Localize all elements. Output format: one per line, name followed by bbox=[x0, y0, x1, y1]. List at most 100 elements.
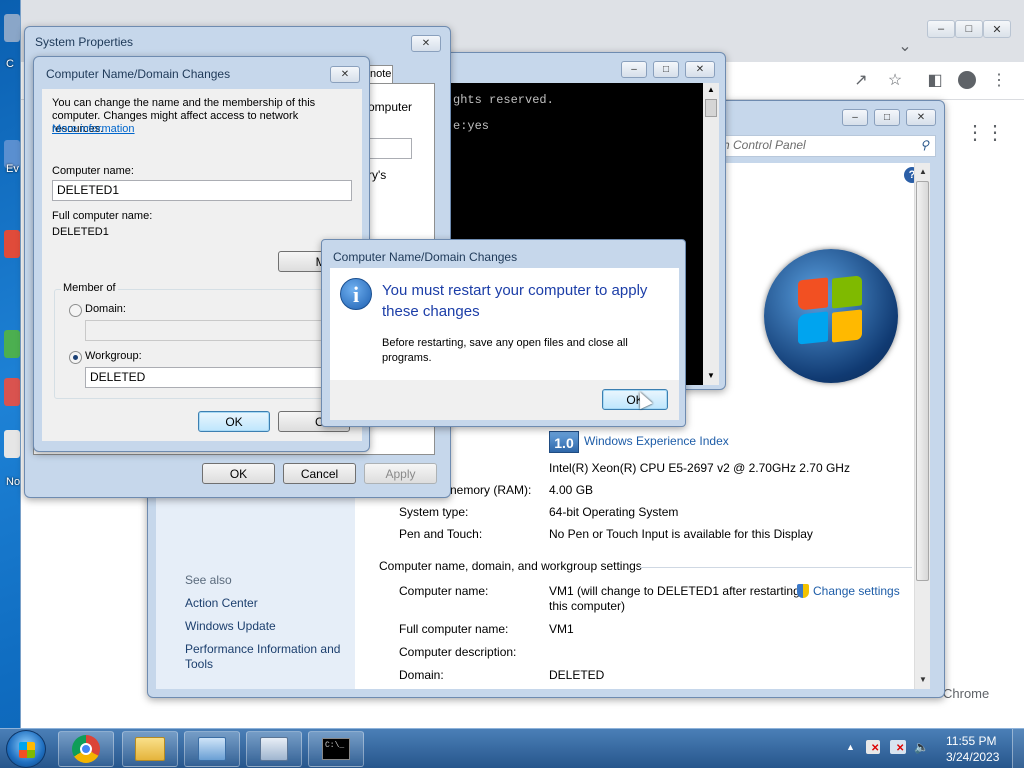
scrollbar[interactable]: ▲ ▼ bbox=[914, 163, 930, 689]
control-panel-taskbar-button[interactable] bbox=[184, 731, 240, 767]
performance-info-link[interactable]: Performance Information and bbox=[185, 642, 340, 656]
chrome-taskbar-button[interactable] bbox=[58, 731, 114, 767]
desktop-icon[interactable] bbox=[4, 14, 20, 42]
desktop-icon[interactable] bbox=[4, 330, 20, 358]
clock-time[interactable]: 11:55 PM bbox=[946, 734, 996, 748]
description-field[interactable] bbox=[368, 138, 412, 159]
section-divider bbox=[640, 567, 912, 568]
share-icon[interactable]: ↗ bbox=[849, 68, 873, 92]
wei-score-badge: 1.0 bbox=[549, 431, 579, 453]
show-desktop-button[interactable] bbox=[1012, 729, 1024, 768]
scroll-down-icon[interactable]: ▼ bbox=[919, 675, 927, 684]
windows-logo bbox=[764, 249, 898, 383]
workgroup-input[interactable]: DELETED bbox=[85, 367, 345, 388]
window-title: Computer Name/Domain Changes bbox=[333, 250, 518, 264]
control-panel-icon bbox=[198, 737, 226, 761]
sidepanel-icon[interactable]: ◧ bbox=[923, 68, 947, 92]
desktop-icon[interactable] bbox=[4, 378, 20, 406]
cmd-taskbar-button[interactable]: C:\_ bbox=[308, 731, 364, 767]
close-button[interactable]: ✕ bbox=[906, 109, 936, 126]
chrome-icon bbox=[72, 735, 100, 763]
desktop-icon[interactable] bbox=[4, 430, 20, 458]
close-button[interactable]: ✕ bbox=[685, 61, 715, 78]
computer-name-input[interactable]: DELETED1 bbox=[52, 180, 352, 201]
computer-icon bbox=[260, 737, 288, 761]
more-information-link[interactable]: More information bbox=[52, 123, 135, 135]
cmd-scrollbar[interactable]: ▲ ▼ bbox=[703, 83, 719, 385]
chrome-link[interactable]: Chrome bbox=[943, 686, 989, 701]
pen-touch-value: No Pen or Touch Input is available for t… bbox=[549, 527, 813, 541]
restart-body: Before restarting, save any open files a… bbox=[382, 337, 628, 364]
dialog-body: i You must restart your computer to appl… bbox=[330, 268, 679, 380]
close-button[interactable]: ✕ bbox=[983, 20, 1011, 38]
search-input[interactable]: rch Control Panel ⚲ bbox=[708, 135, 936, 157]
search-placeholder: rch Control Panel bbox=[713, 138, 806, 152]
full-computer-name-value: VM1 bbox=[549, 622, 574, 636]
apply-button[interactable]: Apply bbox=[364, 463, 437, 484]
windows-update-link[interactable]: Windows Update bbox=[185, 619, 276, 633]
tray-expand-icon[interactable]: ▲ bbox=[846, 742, 855, 752]
full-name-value: DELETED1 bbox=[52, 226, 109, 238]
start-button[interactable] bbox=[6, 730, 46, 768]
desktop-icon-label: Ev bbox=[6, 163, 19, 175]
cmd-line: e:yes bbox=[453, 119, 490, 133]
maximize-button[interactable]: □ bbox=[653, 61, 679, 78]
computer-name-value: VM1 (will change to DELETED1 after resta… bbox=[549, 584, 800, 598]
computer-name-label: Computer name: bbox=[399, 584, 489, 598]
chevron-down-icon[interactable]: ⌄ bbox=[893, 34, 917, 58]
system-properties-taskbar-button[interactable] bbox=[246, 731, 302, 767]
profile-icon[interactable] bbox=[955, 68, 979, 92]
system-type-label: System type: bbox=[399, 505, 469, 519]
shield-icon bbox=[797, 584, 809, 598]
folder-icon bbox=[135, 737, 165, 761]
minimize-button[interactable]: – bbox=[621, 61, 647, 78]
ok-button[interactable]: OK bbox=[202, 463, 275, 484]
action-center-flag-icon[interactable]: ✕ bbox=[866, 740, 880, 754]
restart-heading: You must restart your computer to apply … bbox=[382, 282, 648, 320]
system-type-value: 64-bit Operating System bbox=[549, 505, 679, 519]
cancel-button[interactable]: Cancel bbox=[283, 463, 356, 484]
minimize-button[interactable]: – bbox=[842, 109, 868, 126]
workgroup-radio[interactable] bbox=[69, 351, 82, 364]
volume-icon[interactable]: 🔈 bbox=[914, 740, 930, 754]
close-button[interactable]: ✕ bbox=[330, 66, 360, 83]
change-settings-link[interactable]: Change settings bbox=[813, 584, 900, 598]
window-title: Computer Name/Domain Changes bbox=[46, 67, 231, 81]
domain-input[interactable] bbox=[85, 320, 345, 341]
scroll-up-icon[interactable]: ▲ bbox=[707, 85, 715, 94]
cmd-icon: C:\_ bbox=[322, 738, 350, 760]
domain-label: Domain: bbox=[85, 303, 126, 315]
network-icon[interactable]: ✕ bbox=[890, 740, 906, 754]
clock-date[interactable]: 3/24/2023 bbox=[946, 750, 999, 764]
see-also-heading: See also bbox=[185, 573, 232, 587]
section-title: Computer name, domain, and workgroup set… bbox=[379, 559, 642, 573]
partial-text: ry's bbox=[368, 168, 387, 182]
performance-info-link-cont[interactable]: Tools bbox=[185, 657, 213, 671]
info-icon: i bbox=[340, 278, 372, 310]
windows-flag-icon bbox=[19, 742, 35, 758]
scrollbar-thumb[interactable] bbox=[705, 99, 717, 117]
menu-icon[interactable]: ⋮ bbox=[987, 68, 1011, 92]
star-icon[interactable]: ☆ bbox=[883, 68, 907, 92]
apps-grid-icon[interactable]: ⋮⋮ bbox=[965, 120, 1005, 144]
domain-label: Domain: bbox=[399, 668, 444, 682]
minimize-button[interactable]: – bbox=[927, 20, 955, 38]
scroll-up-icon[interactable]: ▲ bbox=[919, 167, 927, 176]
ok-button[interactable]: OK bbox=[198, 411, 270, 432]
partial-text: omputer bbox=[368, 100, 413, 114]
member-of-label: Member of bbox=[61, 282, 118, 294]
window-title: System Properties bbox=[35, 35, 134, 49]
scrollbar-thumb[interactable] bbox=[916, 181, 929, 581]
explorer-taskbar-button[interactable] bbox=[122, 731, 178, 767]
desktop-icon[interactable] bbox=[4, 230, 20, 258]
domain-radio[interactable] bbox=[69, 304, 82, 317]
remote-tab[interactable]: note bbox=[367, 65, 393, 83]
maximize-button[interactable]: □ bbox=[955, 20, 983, 38]
close-button[interactable]: ✕ bbox=[411, 35, 441, 52]
action-center-link[interactable]: Action Center bbox=[185, 596, 258, 610]
dialog-footer: OK bbox=[330, 380, 679, 420]
wei-link[interactable]: Windows Experience Index bbox=[584, 434, 729, 448]
maximize-button[interactable]: □ bbox=[874, 109, 900, 126]
restart-dialog: Computer Name/Domain Changes i You must … bbox=[321, 239, 686, 427]
scroll-down-icon[interactable]: ▼ bbox=[707, 371, 715, 380]
